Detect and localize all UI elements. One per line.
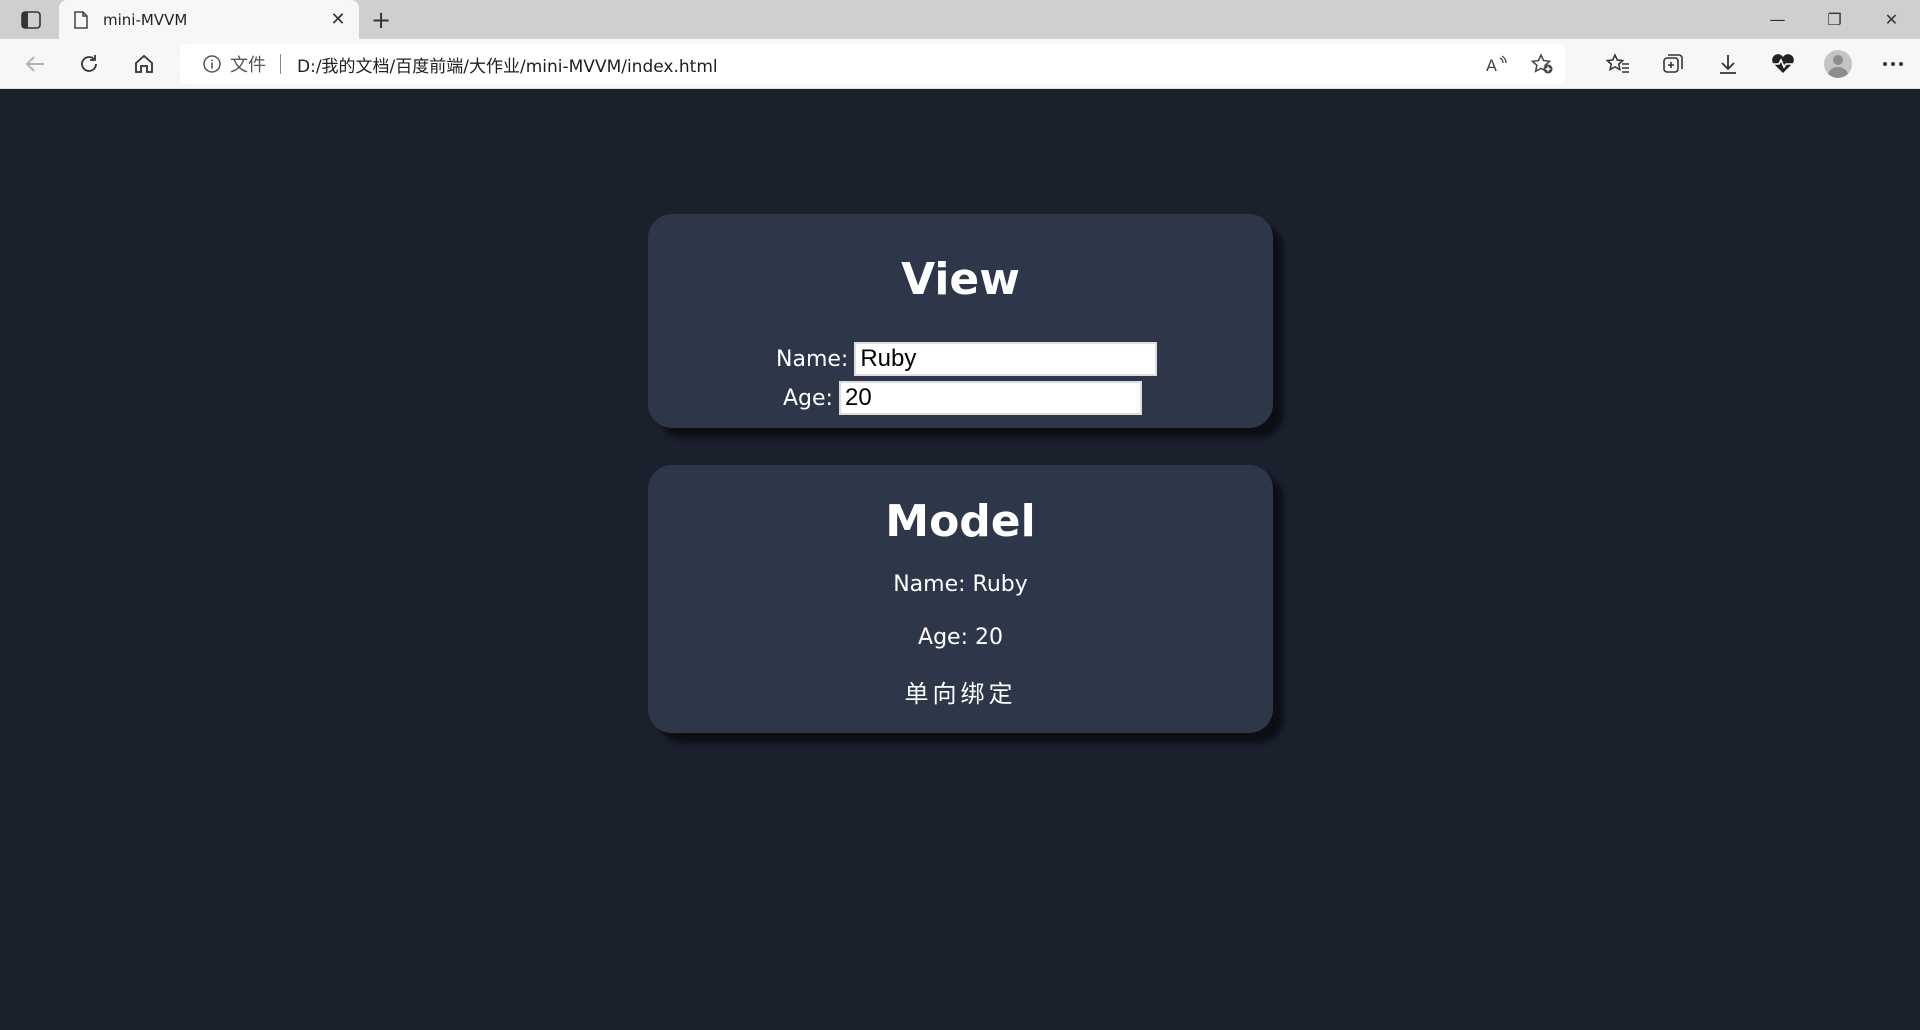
view-title: View	[901, 254, 1020, 305]
collections-icon[interactable]	[1645, 39, 1700, 89]
model-card: Model Name: Ruby Age: 20 单向绑定	[648, 465, 1273, 733]
name-input[interactable]	[854, 342, 1158, 376]
window-controls: — ❐ ✕	[1749, 0, 1920, 39]
tab-bar: mini-MVVM ✕ + — ❐ ✕	[0, 0, 1920, 39]
home-button[interactable]	[127, 48, 161, 80]
back-arrow-icon	[25, 56, 44, 72]
tab-actions-icon[interactable]	[18, 8, 44, 32]
name-label: Name:	[776, 346, 849, 372]
close-window-button[interactable]: ✕	[1863, 0, 1920, 39]
tab-title: mini-MVVM	[103, 10, 188, 29]
toolbar-actions	[1590, 39, 1920, 89]
read-aloud-icon[interactable]: A	[1473, 44, 1519, 84]
refresh-icon	[81, 55, 97, 72]
more-options-icon[interactable]	[1865, 39, 1920, 89]
age-input[interactable]	[838, 381, 1142, 415]
document-icon	[74, 10, 88, 29]
tab-close-icon[interactable]: ✕	[323, 5, 353, 35]
security-label: 文件	[230, 55, 266, 76]
minimize-button[interactable]: —	[1749, 0, 1806, 39]
name-field-row: Name:	[776, 342, 1158, 376]
view-card: View Name: Age:	[648, 214, 1273, 428]
info-icon[interactable]	[202, 54, 222, 74]
add-favorite-icon[interactable]	[1519, 44, 1565, 84]
model-title: Model	[885, 496, 1036, 547]
back-button[interactable]	[18, 48, 52, 80]
home-icon	[135, 54, 153, 73]
age-field-row: Age:	[783, 381, 1142, 415]
downloads-icon[interactable]	[1700, 39, 1755, 89]
active-tab[interactable]: mini-MVVM ✕	[59, 0, 359, 39]
browser-essentials-icon[interactable]	[1755, 39, 1810, 89]
age-label: Age:	[783, 385, 833, 411]
svg-text:A: A	[1486, 56, 1497, 74]
address-bar[interactable]: 文件 D:/我的文档/百度前端/大作业/mini-MVVM/index.html…	[180, 44, 1565, 84]
maximize-button[interactable]: ❐	[1806, 0, 1863, 39]
favorites-icon[interactable]	[1590, 39, 1645, 89]
address-actions: A	[1473, 44, 1565, 84]
binding-mode-text: 单向绑定	[904, 680, 1017, 708]
browser-toolbar: 文件 D:/我的文档/百度前端/大作业/mini-MVVM/index.html…	[0, 39, 1920, 89]
model-name-text: Name: Ruby	[893, 572, 1028, 597]
avatar	[1823, 50, 1852, 78]
refresh-button[interactable]	[72, 48, 106, 80]
page-body: View Name: Age: Model Name: Ruby Age: 20…	[0, 89, 1920, 1030]
new-tab-button[interactable]: +	[366, 6, 396, 34]
model-age-text: Age: 20	[918, 625, 1003, 650]
address-separator	[280, 54, 281, 74]
url-text[interactable]: D:/我的文档/百度前端/大作业/mini-MVVM/index.html	[297, 52, 718, 77]
profile-avatar[interactable]	[1810, 39, 1865, 89]
